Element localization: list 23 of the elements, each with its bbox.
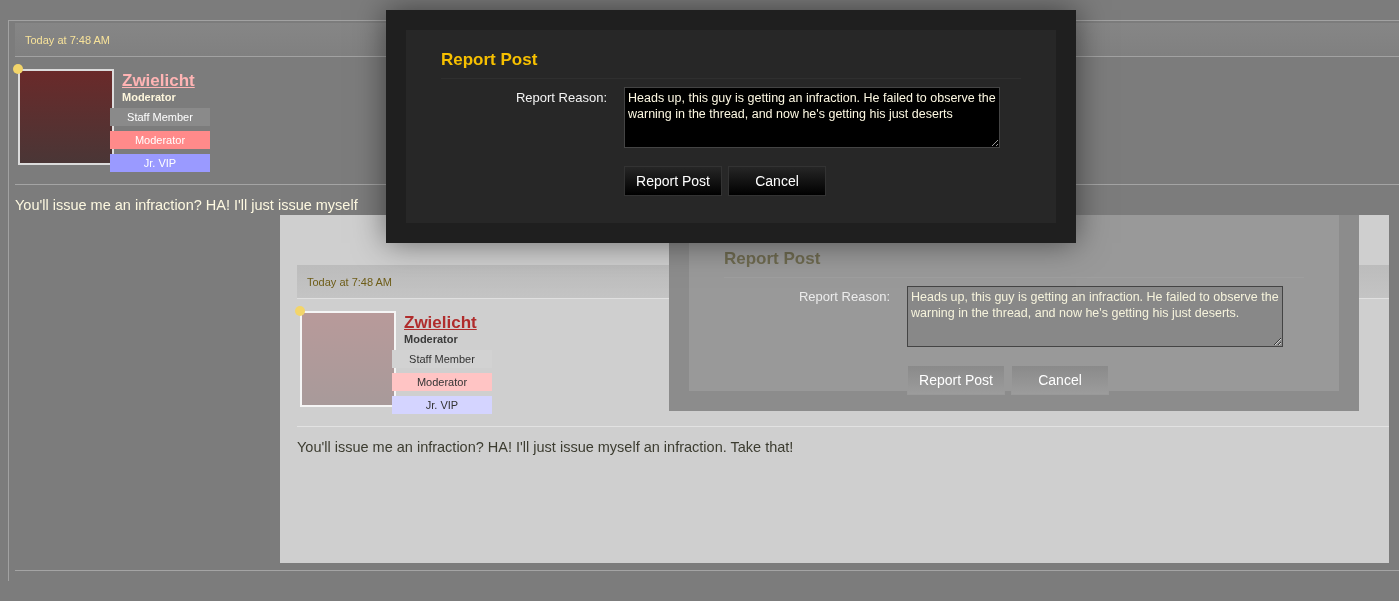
cancel-button[interactable]: Cancel [728, 166, 826, 196]
post-message: You'll issue me an infraction? HA! I'll just issue myself an infraction. Take that! [297, 439, 795, 455]
dialog-title: Report Post [441, 50, 539, 71]
report-post-button[interactable]: Report Post [624, 166, 722, 196]
user-banner: Jr. VIP [392, 396, 492, 414]
cancel-button[interactable]: Cancel [1011, 365, 1109, 395]
username-link[interactable]: Zwielicht [122, 71, 210, 91]
user-banner: Jr. VIP [110, 154, 210, 172]
dialog-title: Report Post [724, 249, 822, 270]
user-banner: Moderator [392, 373, 492, 391]
post-message: You'll issue me an infraction? HA! I'll just issue myself [15, 197, 359, 213]
report-post-button[interactable]: Report Post [907, 365, 1005, 395]
post-timestamp: Today at 7:48 AM [25, 33, 110, 46]
user-banner: Staff Member [110, 108, 210, 126]
username-link[interactable]: Zwielicht [404, 313, 492, 333]
user-banner: Moderator [110, 131, 210, 149]
field-label: Report Reason: [514, 89, 608, 107]
user-title: Moderator [404, 333, 459, 345]
report-reason-field[interactable]: Heads up, this guy is getting an infraction. He failed to observe the warning in the thread, and now he's getting his just deserts. [907, 286, 1283, 347]
post-timestamp: Today at 7:48 AM [307, 275, 392, 288]
report-reason-field[interactable]: Heads up, this guy is getting an infraction. He failed to observe the warning in the thread, and now he's getting his just deserts [624, 87, 1000, 148]
user-title: Moderator [122, 91, 177, 103]
field-label: Report Reason: [797, 288, 891, 306]
